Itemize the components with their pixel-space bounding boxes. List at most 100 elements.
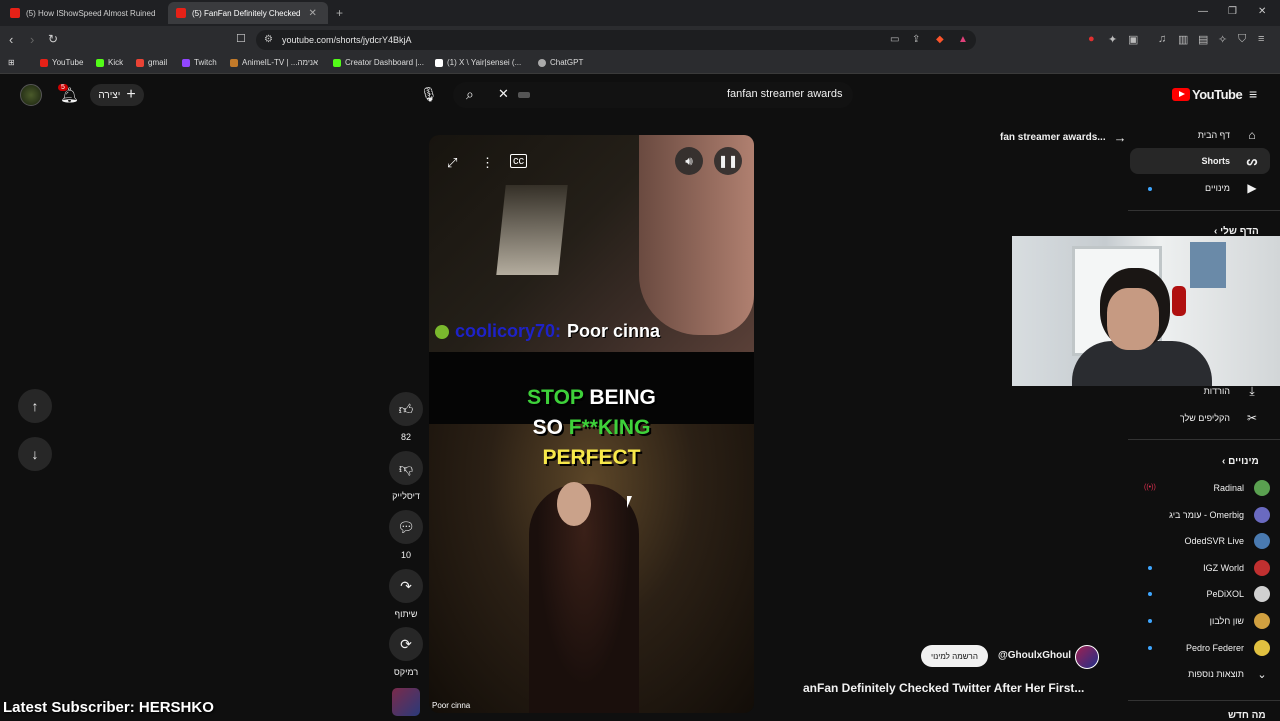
new-content-dot: [1148, 619, 1152, 623]
like-count: 82: [400, 432, 411, 442]
webcam-headset: [1172, 286, 1186, 316]
shorts-video-player[interactable]: coolicory70: Poor cinna STOP BEING SO F*…: [429, 135, 754, 713]
dislike-action[interactable]: 👎︎ דיסלייק: [389, 451, 423, 501]
previous-short-button[interactable]: ↑: [18, 389, 52, 423]
site-info-icon[interactable]: ⚙: [264, 34, 273, 45]
extension-icon[interactable]: ●: [1088, 33, 1095, 45]
bookmark-creator-dashboard[interactable]: Creator Dashboard |...: [333, 58, 424, 67]
ai-icon[interactable]: ✧: [1218, 33, 1227, 46]
close-tab-icon[interactable]: ✕: [309, 8, 317, 19]
sound-channel-thumbnail[interactable]: [392, 688, 420, 716]
sidebar-subscriptions-heading[interactable]: ‹ מינויים: [1222, 456, 1259, 467]
share-button[interactable]: ↷: [389, 569, 423, 603]
close-window-button[interactable]: ✕: [1258, 6, 1266, 17]
bookmark-twitch[interactable]: Twitch: [182, 58, 217, 67]
arrow-right-icon: →: [1113, 130, 1127, 145]
comments-button[interactable]: 💬︎: [389, 510, 423, 544]
apps-icon[interactable]: ⊞: [8, 58, 15, 67]
share-action[interactable]: ↷ שיתוף: [389, 569, 423, 619]
media-icon[interactable]: ♫: [1158, 33, 1166, 45]
cast-icon[interactable]: ▭: [890, 34, 899, 45]
subscribe-button[interactable]: הרשמה למינוי: [921, 645, 988, 667]
youtube-play-icon: [1172, 88, 1190, 101]
comments-action[interactable]: 💬︎ 10: [389, 510, 423, 560]
bookmark-gmail[interactable]: gmail: [136, 58, 167, 67]
back-to-search-link[interactable]: fan streamer awards... →: [1000, 130, 1127, 145]
rewards-icon[interactable]: ▲: [958, 34, 968, 45]
guide-menu-icon[interactable]: ≡: [1249, 86, 1257, 102]
keyboard-icon[interactable]: [518, 92, 530, 98]
bookmark-icon[interactable]: ☐: [236, 32, 246, 45]
bookmark-kick[interactable]: Kick: [96, 58, 123, 67]
subscription-shon-helbon[interactable]: שון חלבון: [1140, 609, 1270, 633]
remix-icon: ⟳: [400, 635, 412, 652]
youtube-icon: [40, 58, 48, 67]
subscription-odedsvr[interactable]: OdedSVR Live: [1140, 529, 1270, 553]
browser-tab[interactable]: (5) How IShowSpeed Almost Ruined: [2, 2, 162, 24]
channel-handle[interactable]: @GhoulxGhoul: [998, 650, 1071, 661]
brave-shield-icon[interactable]: ◆: [936, 34, 944, 45]
subscription-omerbig[interactable]: עומר ביג - Omerbig: [1140, 503, 1270, 527]
new-content-dot: [1148, 646, 1152, 650]
like-action[interactable]: 👍︎ 82: [389, 392, 423, 442]
video-scene-bag: [496, 185, 568, 275]
mouse-cursor: [627, 496, 632, 508]
sidebar-item-shorts[interactable]: Shorts ᔕ: [1130, 148, 1270, 174]
new-tab-button[interactable]: +: [336, 6, 343, 20]
bookmark-animeil[interactable]: AnimeIL-TV | ...אנימה: [230, 58, 318, 67]
dislike-button[interactable]: 👎︎: [389, 451, 423, 485]
channel-avatar[interactable]: [1075, 645, 1099, 669]
bookmark-x[interactable]: (1) X \ Yair|sensei (...: [435, 58, 521, 67]
subscription-radinal[interactable]: Radinal: [1140, 476, 1270, 500]
extension-icon[interactable]: ▣: [1128, 33, 1138, 46]
subscription-igz-world[interactable]: IGZ World: [1140, 556, 1270, 580]
subscription-pedixol[interactable]: PeDiXOL: [1140, 582, 1270, 606]
menu-icon[interactable]: ≡: [1258, 33, 1264, 45]
reload-button[interactable]: ↻: [48, 32, 58, 46]
minimize-button[interactable]: —: [1198, 6, 1208, 17]
search-icon[interactable]: ⌕: [466, 86, 474, 103]
forward-button[interactable]: ›: [30, 32, 34, 47]
back-button[interactable]: ‹: [9, 32, 13, 47]
clear-search-icon[interactable]: ✕: [498, 86, 509, 102]
streamer-webcam-overlay: [1012, 236, 1280, 386]
remix-button[interactable]: ⟳: [389, 627, 423, 661]
dislike-label: דיסלייק: [392, 491, 420, 501]
remix-action[interactable]: ⟳ רמיקס: [389, 627, 423, 677]
kick-icon: [96, 58, 104, 67]
share-icon[interactable]: ⇪: [912, 34, 920, 45]
wallet-icon[interactable]: ▤: [1198, 33, 1208, 46]
create-button[interactable]: יצירה +: [90, 84, 144, 106]
extensions-icon[interactable]: ✦: [1108, 33, 1117, 46]
youtube-favicon-icon: [176, 8, 186, 18]
voice-search-icon[interactable]: 🎙︎: [420, 86, 438, 103]
avatar: [1254, 613, 1270, 629]
account-avatar[interactable]: [20, 84, 42, 106]
volume-button[interactable]: 🔊︎: [675, 147, 703, 175]
show-more-button[interactable]: תוצאות נוספות ⌄: [1140, 662, 1270, 686]
next-short-button[interactable]: ↓: [18, 437, 52, 471]
comment-count: 10: [400, 550, 411, 560]
vpn-icon[interactable]: ⛉: [1238, 33, 1246, 46]
browser-tab-active[interactable]: (5) FanFan Definitely Checked ✕: [168, 2, 328, 24]
pause-button[interactable]: ❚❚: [714, 147, 742, 175]
youtube-logo[interactable]: YouTube: [1172, 87, 1243, 102]
url-field[interactable]: ⚙ youtube.com/shorts/jydcrY4BkjA ▭ ⇪ ◆ ▲: [256, 30, 976, 50]
captions-icon[interactable]: cc: [510, 154, 527, 168]
fullscreen-icon[interactable]: ⤢: [447, 155, 457, 171]
sidebar-item-clips[interactable]: הקליפים שלך ✂: [1130, 405, 1270, 431]
restore-button[interactable]: ❐: [1228, 6, 1237, 17]
arrow-up-icon: ↑: [31, 398, 39, 414]
subscription-pedro-federer[interactable]: Pedro Federer: [1140, 636, 1270, 660]
thumbs-up-icon: 👍︎: [398, 400, 414, 417]
chevron-left-icon: ‹: [1222, 456, 1226, 467]
bookmark-chatgpt[interactable]: ChatGPT: [538, 58, 583, 67]
more-options-icon[interactable]: ⋮: [481, 155, 494, 171]
video-title[interactable]: anFan Definitely Checked Twitter After H…: [803, 681, 1084, 695]
like-button[interactable]: 👍︎: [389, 392, 423, 426]
sidebar-item-home[interactable]: דף הבית ⌂: [1130, 122, 1270, 148]
address-bar-row: ‹ › ↻ ☐ ⚙ youtube.com/shorts/jydcrY4BkjA…: [0, 26, 1280, 54]
sidebar-toggle-icon[interactable]: ▥: [1178, 33, 1188, 46]
bookmark-youtube[interactable]: YouTube: [40, 58, 83, 67]
sidebar-divider: [1128, 700, 1280, 701]
